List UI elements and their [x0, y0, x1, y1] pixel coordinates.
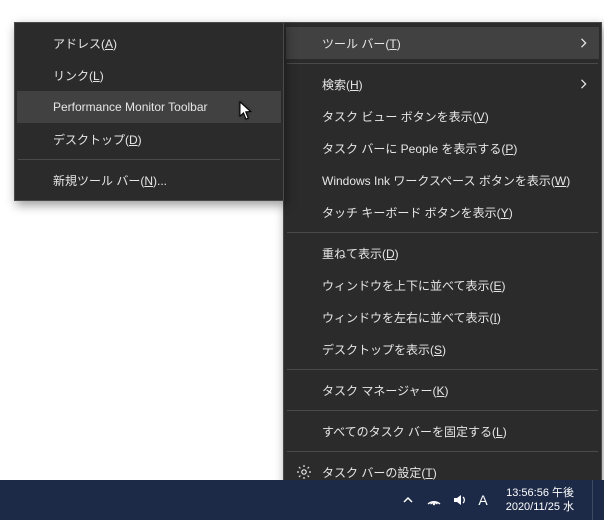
menu-separator [287, 232, 598, 233]
menu-item-lock-taskbars[interactable]: すべてのタスク バーを固定する(L) [286, 415, 599, 447]
menu-item-search[interactable]: 検索(H) [286, 68, 599, 100]
menu-item-label: Performance Monitor Toolbar [53, 100, 208, 114]
menu-separator [287, 63, 598, 64]
menu-separator [287, 410, 598, 411]
menu-item-people[interactable]: タスク バーに People を表示する(P) [286, 132, 599, 164]
menu-item-label: Windows Ink ワークスペース ボタンを表示(W) [322, 172, 570, 189]
menu-item-show-desktop[interactable]: デスクトップを表示(S) [286, 333, 599, 365]
submenu-arrow-icon [579, 38, 589, 48]
menu-item-label: すべてのタスク バーを固定する(L) [322, 423, 507, 440]
menu-item-toolbars[interactable]: ツール バー(T) [286, 27, 599, 59]
menu-separator [287, 369, 598, 370]
system-tray: A 13:56:56 午後 2020/11/25 水 [400, 480, 598, 520]
submenu-item-links[interactable]: リンク(L) [17, 59, 281, 91]
submenu-item-new-toolbar[interactable]: 新規ツール バー(N)... [17, 164, 281, 196]
menu-item-cascade[interactable]: 重ねて表示(D) [286, 237, 599, 269]
menu-separator [287, 451, 598, 452]
menu-item-label: ウィンドウを左右に並べて表示(I) [322, 309, 501, 326]
menu-item-ink[interactable]: Windows Ink ワークスペース ボタンを表示(W) [286, 164, 599, 196]
menu-item-label: デスクトップを表示(S) [322, 341, 446, 358]
menu-item-label: 重ねて表示(D) [322, 245, 399, 262]
menu-item-label: 検索(H) [322, 76, 363, 93]
taskbar[interactable]: A 13:56:56 午後 2020/11/25 水 [0, 480, 604, 520]
show-desktop-button[interactable] [592, 480, 598, 520]
menu-separator [18, 159, 280, 160]
volume-icon[interactable] [452, 492, 468, 508]
menu-item-label: タスク ビュー ボタンを表示(V) [322, 108, 489, 125]
menu-item-label: ウィンドウを上下に並べて表示(E) [322, 277, 506, 294]
menu-item-label: タスク バーの設定(T) [322, 464, 437, 481]
network-icon[interactable] [426, 492, 442, 508]
gear-icon [296, 464, 312, 480]
taskbar-context-menu: ツール バー(T) 検索(H) タスク ビュー ボタンを表示(V) タスク バー… [283, 22, 602, 493]
menu-item-label: タスク バーに People を表示する(P) [322, 140, 517, 157]
menu-item-label: デスクトップ(D) [53, 131, 142, 148]
menu-item-label: ツール バー(T) [322, 35, 401, 52]
ime-indicator[interactable]: A [478, 492, 487, 508]
taskbar-clock[interactable]: 13:56:56 午後 2020/11/25 水 [506, 486, 574, 514]
menu-item-sidebyside[interactable]: ウィンドウを左右に並べて表示(I) [286, 301, 599, 333]
desktop-background: { "taskbar": { "clock_time": "13:56:56 午… [0, 0, 604, 520]
submenu-item-address[interactable]: アドレス(A) [17, 27, 281, 59]
tray-overflow-icon[interactable] [400, 492, 416, 508]
menu-item-label: タスク マネージャー(K) [322, 382, 449, 399]
submenu-arrow-icon [579, 79, 589, 89]
clock-time: 13:56:56 午後 [506, 486, 574, 500]
menu-item-touchkbd[interactable]: タッチ キーボード ボタンを表示(Y) [286, 196, 599, 228]
menu-item-label: タッチ キーボード ボタンを表示(Y) [322, 204, 513, 221]
clock-date: 2020/11/25 水 [506, 500, 574, 514]
submenu-item-perfmon-toolbar[interactable]: Performance Monitor Toolbar [17, 91, 281, 123]
menu-item-stack[interactable]: ウィンドウを上下に並べて表示(E) [286, 269, 599, 301]
menu-item-label: リンク(L) [53, 67, 104, 84]
menu-item-taskview[interactable]: タスク ビュー ボタンを表示(V) [286, 100, 599, 132]
menu-item-taskmgr[interactable]: タスク マネージャー(K) [286, 374, 599, 406]
menu-item-label: 新規ツール バー(N)... [53, 172, 167, 189]
toolbars-submenu: アドレス(A) リンク(L) Performance Monitor Toolb… [14, 22, 284, 201]
menu-item-label: アドレス(A) [53, 35, 117, 52]
submenu-item-desktop[interactable]: デスクトップ(D) [17, 123, 281, 155]
